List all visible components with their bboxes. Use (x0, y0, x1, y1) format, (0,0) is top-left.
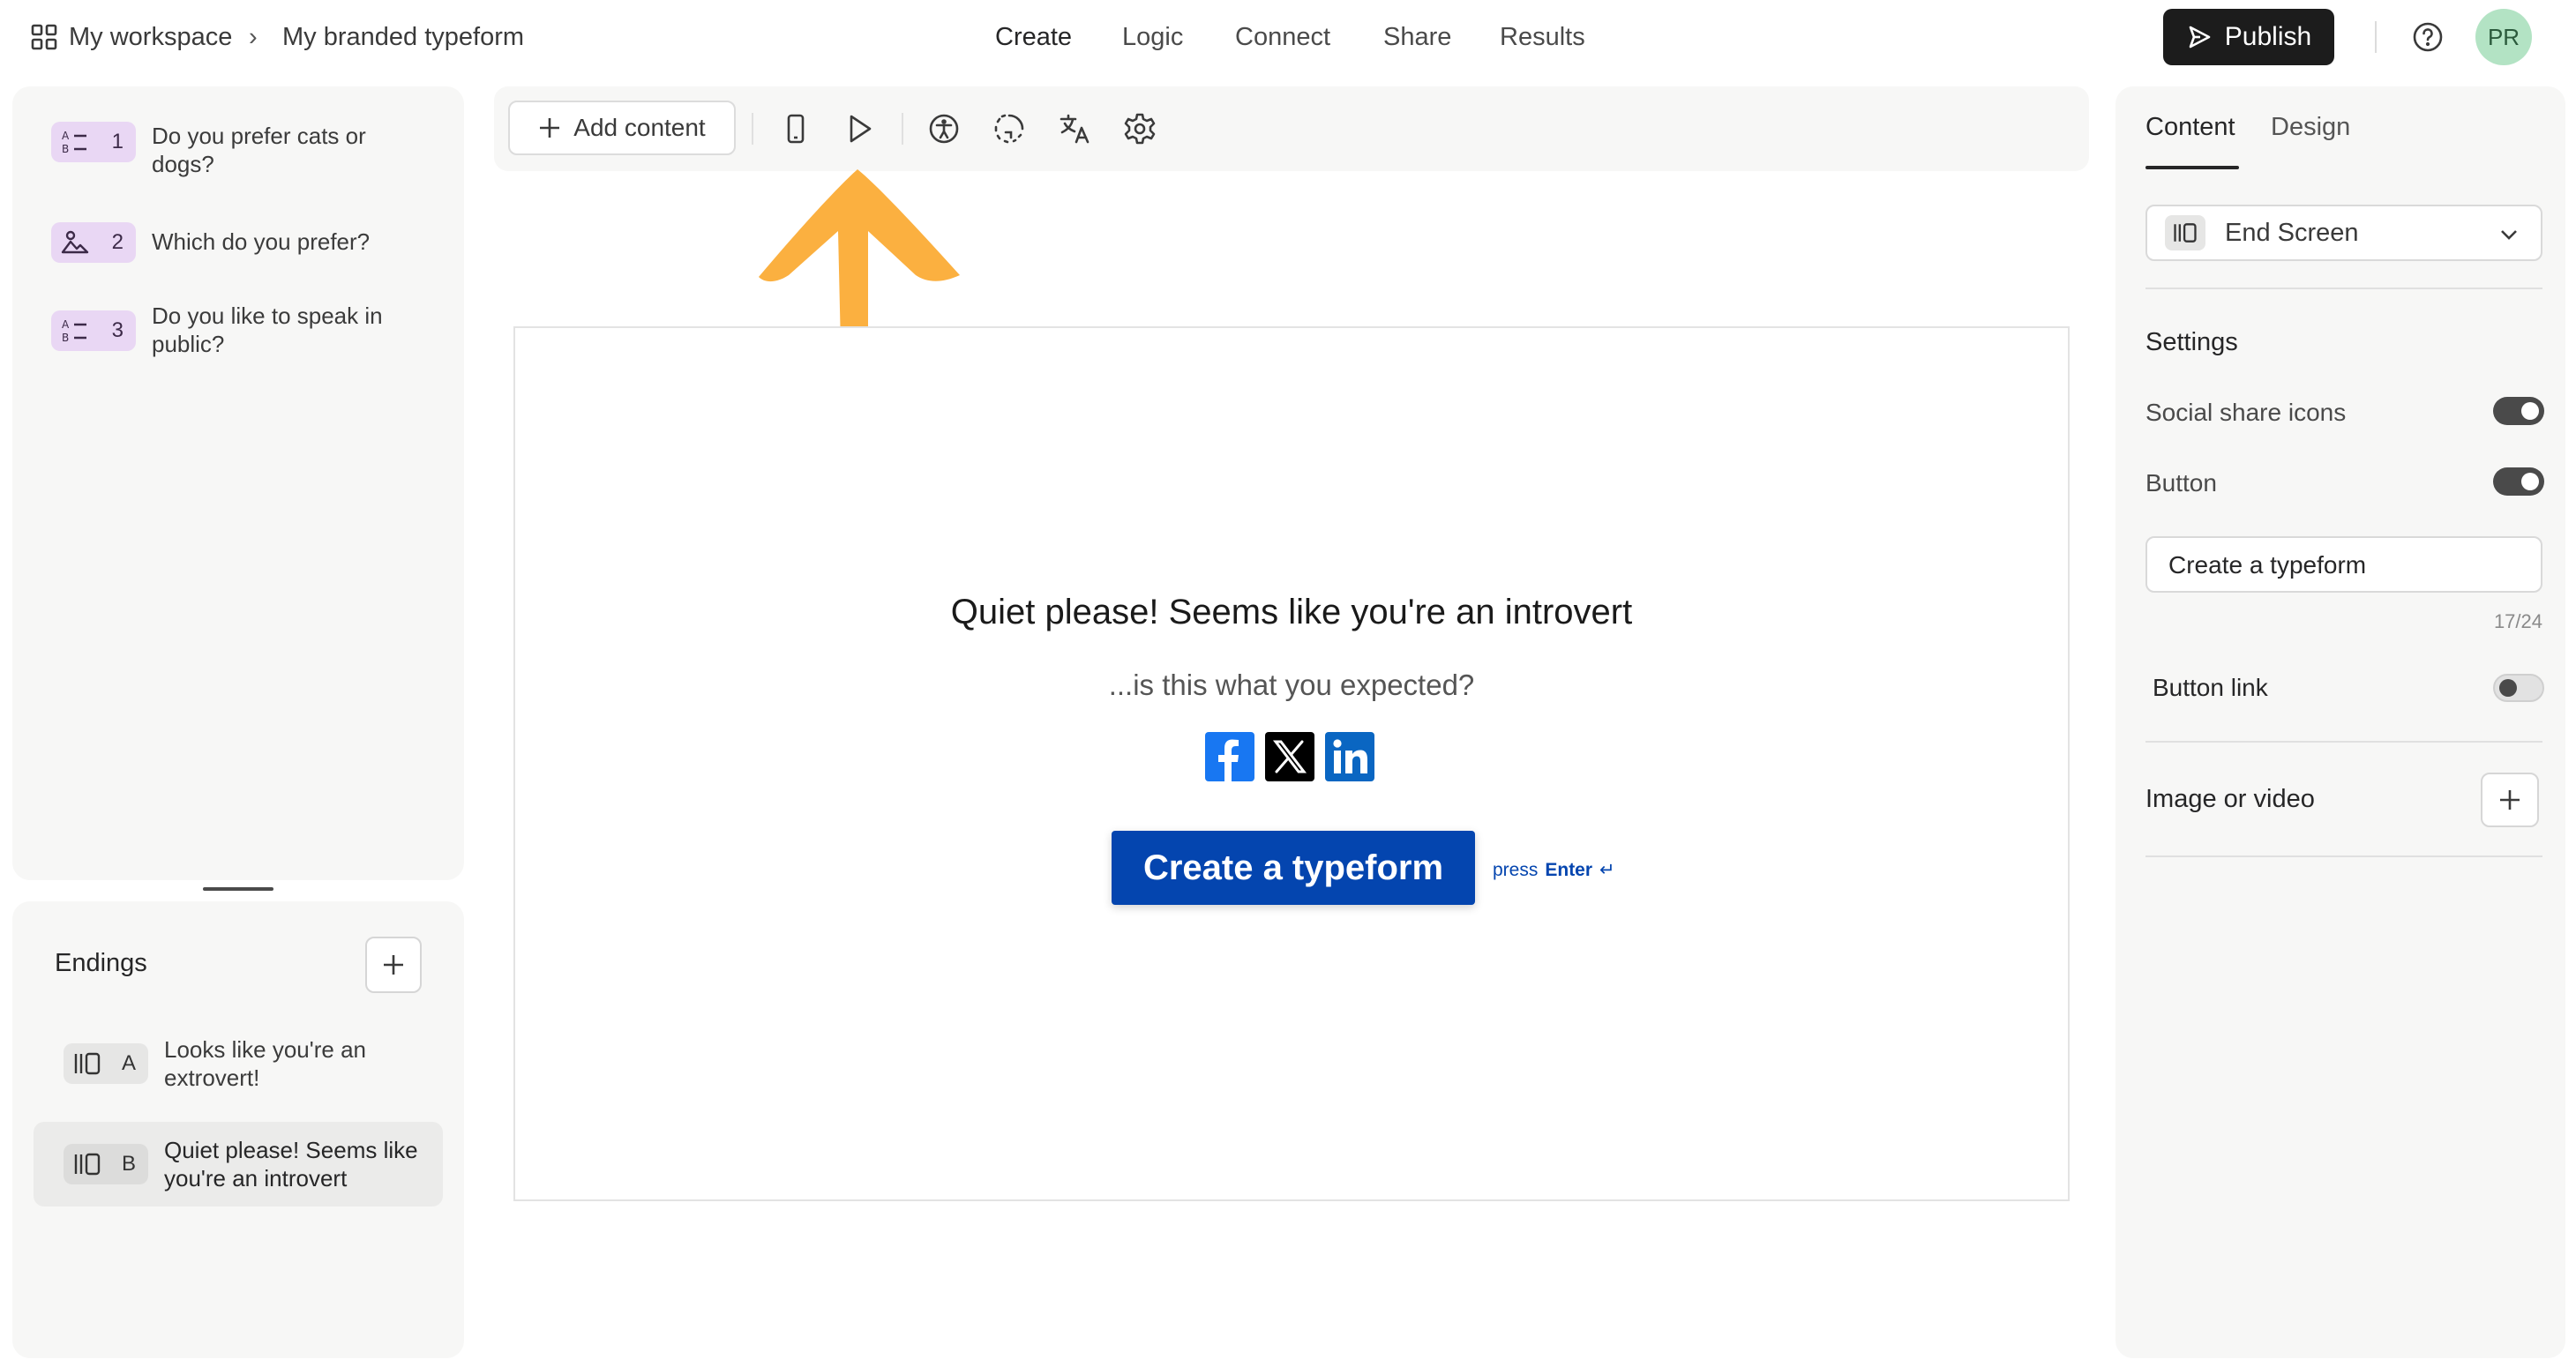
mobile-preview-icon[interactable] (778, 111, 813, 146)
send-icon (2186, 24, 2213, 50)
question-type-value: End Screen (2225, 219, 2359, 247)
image-or-video-label: Image or video (2145, 785, 2315, 813)
ending-letter: A (121, 1051, 136, 1075)
tab-share[interactable]: Share (1383, 19, 1451, 55)
facebook-icon[interactable] (1205, 732, 1254, 781)
question-type-select[interactable]: End Screen (2145, 205, 2542, 261)
add-content-label: Add content (573, 114, 706, 141)
question-text: Which do you prefer? (152, 228, 371, 255)
translate-icon[interactable] (1057, 111, 1092, 146)
question-number: 3 (111, 318, 124, 342)
plus-icon (540, 118, 560, 138)
button-link-toggle[interactable] (2493, 674, 2544, 702)
loading-icon[interactable] (992, 111, 1027, 146)
apps-grid-icon[interactable] (30, 23, 58, 51)
plus-icon (384, 955, 403, 975)
svg-text:B: B (62, 332, 69, 344)
endings-panel: Endings A Looks like you're an extrovert… (12, 901, 464, 1358)
ending-item-a[interactable]: A Looks like you're an extrovert! (34, 1023, 443, 1104)
form-preview-canvas: Quiet please! Seems like you're an intro… (513, 326, 2070, 1201)
ending-badge: B (64, 1144, 148, 1184)
question-badge: 2 (51, 222, 136, 263)
tab-content[interactable]: Content (2145, 113, 2235, 142)
end-screen-heading[interactable]: Quiet please! Seems like you're an intro… (515, 593, 2068, 632)
question-number: 2 (111, 230, 124, 254)
press-enter-hint: press Enter ↵ (1493, 859, 1615, 881)
enter-key-icon: ↵ (1599, 860, 1615, 880)
tab-design[interactable]: Design (2271, 113, 2350, 142)
avatar[interactable]: PR (2475, 9, 2532, 65)
question-badge: A B 1 (51, 122, 136, 162)
tab-logic[interactable]: Logic (1122, 19, 1183, 55)
play-icon[interactable] (842, 111, 877, 146)
publish-button[interactable]: Publish (2163, 9, 2334, 65)
chevron-down-icon (2501, 230, 2517, 240)
question-badge: A B 3 (51, 310, 136, 351)
active-tab-indicator (2145, 166, 2239, 169)
questions-panel: A B 1 Do you prefer cats or dogs? 2 Whic… (12, 86, 464, 880)
svg-text:A: A (62, 130, 70, 142)
properties-panel: Content Design End Screen Settings Socia… (2115, 86, 2565, 1358)
ending-letter: B (121, 1152, 136, 1176)
question-text: Do you like to speak in public? (152, 303, 383, 357)
publish-label: Publish (2224, 22, 2312, 51)
resize-handle[interactable] (203, 887, 273, 891)
picture-choice-icon (60, 229, 90, 256)
button-link-label: Button link (2153, 674, 2268, 701)
toolbar-divider (752, 113, 753, 145)
end-screen-icon (72, 1051, 102, 1076)
tab-results[interactable]: Results (1500, 19, 1585, 55)
add-media-button[interactable] (2481, 773, 2539, 827)
multiple-choice-icon: A B (60, 317, 90, 344)
settings-heading: Settings (2145, 328, 2238, 356)
settings-icon[interactable] (1122, 111, 1157, 146)
divider (2375, 21, 2377, 53)
press-label: press (1493, 860, 1539, 880)
char-counter: 17/24 (2493, 610, 2542, 632)
toolbar-divider (902, 113, 903, 145)
ending-item-b[interactable]: B Quiet please! Seems like you're an int… (34, 1122, 443, 1206)
question-item-3[interactable]: A B 3 Do you like to speak in public? (51, 302, 416, 358)
plus-icon (2500, 790, 2520, 810)
add-content-button[interactable]: Add content (508, 101, 736, 155)
ending-badge: A (64, 1043, 148, 1084)
breadcrumb-form-name[interactable]: My branded typeform (282, 19, 524, 55)
button-text-input[interactable]: Create a typeform (2145, 536, 2542, 593)
ending-text: Quiet please! Seems like you're an intro… (164, 1137, 418, 1191)
svg-text:B: B (62, 143, 69, 155)
end-screen-icon (2165, 215, 2205, 250)
accessibility-icon[interactable] (926, 111, 962, 146)
question-text: Do you prefer cats or dogs? (152, 123, 366, 177)
editor-toolbar: Add content (494, 86, 2089, 171)
end-screen-icon (72, 1152, 102, 1177)
divider (2145, 855, 2542, 857)
tab-connect[interactable]: Connect (1235, 19, 1330, 55)
add-ending-button[interactable] (365, 937, 422, 993)
linkedin-icon[interactable] (1325, 732, 1374, 781)
end-screen-subheading[interactable]: ...is this what you expected? (515, 669, 2068, 702)
divider (2145, 741, 2542, 743)
breadcrumb-workspace[interactable]: My workspace (69, 19, 232, 55)
tab-create[interactable]: Create (995, 19, 1072, 55)
social-share-label: Social share icons (2145, 399, 2347, 426)
create-typeform-button[interactable]: Create a typeform (1112, 831, 1475, 905)
top-bar: My workspace › My branded typeform Creat… (0, 0, 2576, 74)
question-item-1[interactable]: A B 1 Do you prefer cats or dogs? (51, 122, 416, 178)
question-item-2[interactable]: 2 Which do you prefer? (51, 222, 416, 263)
button-setting-label: Button (2145, 469, 2217, 497)
ending-text: Looks like you're an extrovert! (164, 1036, 366, 1091)
social-share-icons (1205, 732, 1374, 781)
divider (2145, 288, 2542, 289)
button-toggle[interactable] (2493, 467, 2544, 496)
svg-text:A: A (62, 318, 70, 331)
multiple-choice-icon: A B (60, 129, 90, 155)
question-number: 1 (111, 130, 124, 153)
enter-label: Enter (1545, 860, 1593, 880)
help-circle-icon[interactable] (2412, 21, 2444, 53)
endings-title: Endings (55, 949, 147, 977)
breadcrumb-separator: › (249, 23, 258, 51)
social-share-toggle[interactable] (2493, 397, 2544, 425)
x-icon[interactable] (1265, 732, 1314, 781)
